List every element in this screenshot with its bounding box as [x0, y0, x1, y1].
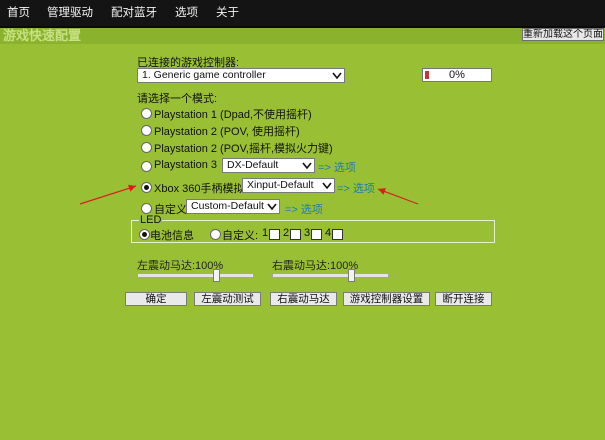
app-window: 首页 管理驱动 配对蓝牙 选项 关于 游戏快速配置 重新加载这个页面 已连接的游… — [0, 0, 605, 440]
annotation-arrow-right — [377, 188, 419, 205]
menu-about[interactable]: 关于 — [216, 0, 239, 26]
menu-bar: 首页 管理驱动 配对蓝牙 选项 关于 — [0, 0, 605, 26]
annotation-arrows — [79, 184, 419, 205]
menu-manage-driver[interactable]: 管理驱动 — [47, 0, 93, 26]
menu-home[interactable]: 首页 — [7, 0, 30, 26]
menu-pair-bluetooth[interactable]: 配对蓝牙 — [111, 0, 157, 26]
main-panel: 游戏快速配置 重新加载这个页面 已连接的游戏控制器: 1. Generic ga… — [0, 28, 605, 440]
annotation-arrow-left — [79, 184, 137, 205]
menu-options[interactable]: 选项 — [175, 0, 198, 26]
